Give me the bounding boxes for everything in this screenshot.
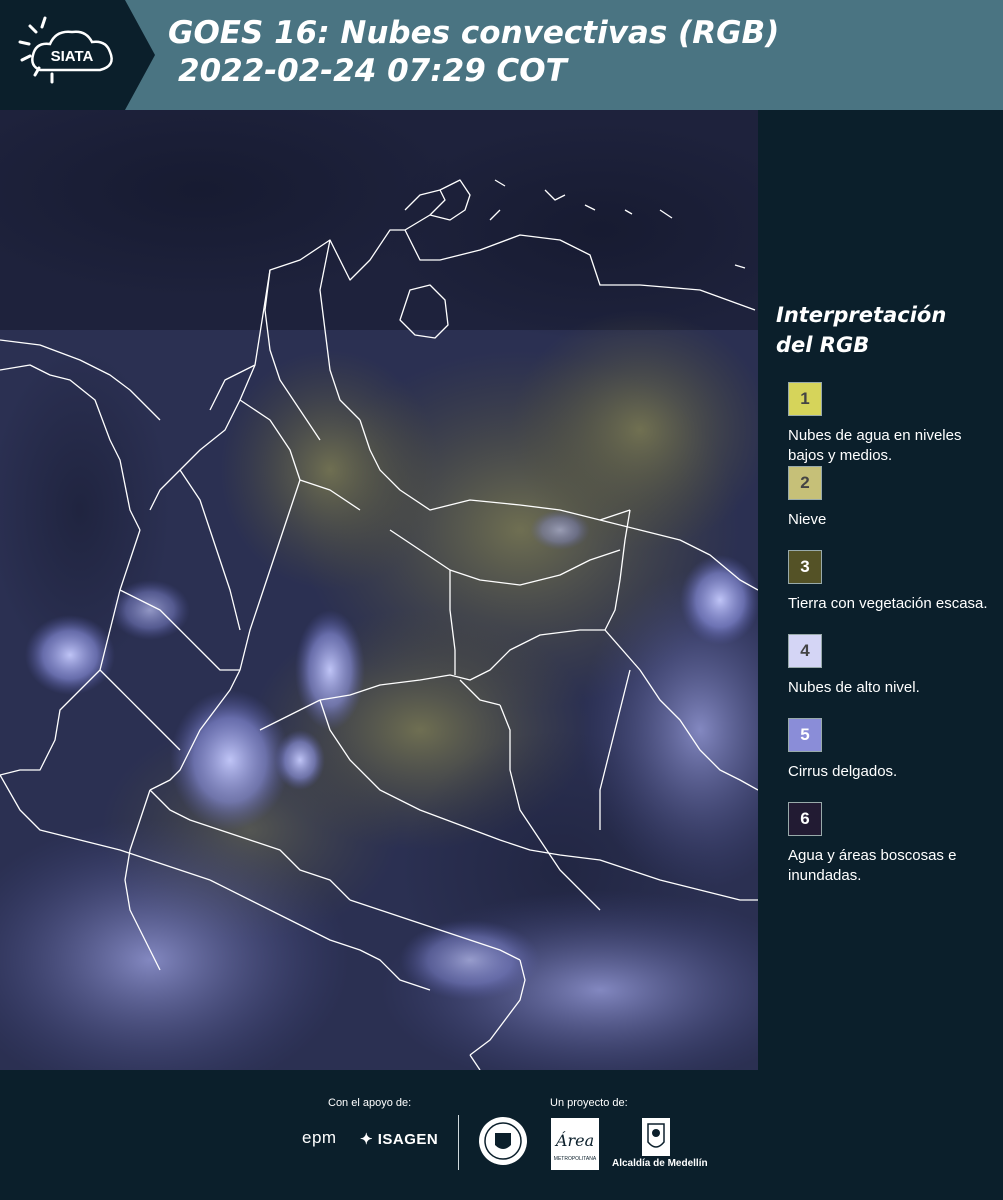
- epm-logo: epm: [302, 1128, 337, 1147]
- svg-text:Área: Área: [554, 1130, 594, 1150]
- legend-item: 6 Agua y áreas boscosas e inundadas.: [776, 802, 996, 886]
- legend-swatch: 3: [788, 550, 822, 584]
- legend-swatch: 1: [788, 382, 822, 416]
- legend-label: Nieve: [788, 511, 827, 528]
- legend-swatch: 6: [788, 802, 822, 836]
- svg-text:METROPOLITANA: METROPOLITANA: [554, 1156, 597, 1162]
- legend: Interpretación del RGB 1 Nubes de agua en…: [776, 300, 996, 886]
- title-line-2: 2022-02-24 07:29 COT: [178, 53, 567, 89]
- legend-item: 1 Nubes de agua en niveles bajos y medios…: [776, 382, 996, 466]
- page-title: GOES 16: Nubes convectivas (RGB) 2022-02…: [168, 14, 779, 90]
- siata-logo-text: SIATA: [51, 48, 94, 65]
- footer-divider: [458, 1115, 459, 1170]
- legend-label: Agua y áreas boscosas e inundadas.: [788, 847, 957, 884]
- footer: Con el apoyo de: Un proyecto de: epm ✦ I…: [0, 1070, 1003, 1200]
- alcaldia-shield-icon: [642, 1118, 670, 1156]
- legend-swatch: 2: [788, 466, 822, 500]
- support-label: Con el apoyo de:: [328, 1097, 412, 1109]
- legend-item: 4 Nubes de alto nivel.: [776, 634, 996, 718]
- legend-item: 5 Cirrus delgados.: [776, 718, 996, 802]
- medellin-seal-icon: [479, 1117, 527, 1165]
- legend-swatch: 4: [788, 634, 822, 668]
- legend-item: 3 Tierra con vegetación escasa.: [776, 550, 996, 634]
- isagen-label: ISAGEN: [377, 1131, 439, 1148]
- legend-title-line-1: Interpretación: [776, 303, 947, 327]
- legend-label: Tierra con vegetación escasa.: [788, 595, 988, 612]
- isagen-logo: ✦ ISAGEN: [360, 1130, 438, 1148]
- alcaldia-label: Alcaldía de Medellín: [612, 1158, 708, 1169]
- legend-title-line-2: del RGB: [776, 333, 870, 357]
- legend-swatch: 5: [788, 718, 822, 752]
- legend-label: Nubes de agua en niveles bajos y medios.: [788, 427, 962, 464]
- legend-label: Cirrus delgados.: [788, 763, 898, 780]
- area-metropolitana-logo: Área METROPOLITANA: [551, 1118, 599, 1170]
- legend-item: 2 Nieve: [776, 466, 996, 550]
- satellite-map: [0, 110, 758, 1070]
- legend-label: Nubes de alto nivel.: [788, 679, 920, 696]
- isagen-icon: ✦: [360, 1131, 374, 1148]
- siata-logo: SIATA: [0, 0, 155, 110]
- title-line-1: GOES 16: Nubes convectivas (RGB): [168, 15, 780, 51]
- legend-title: Interpretación del RGB: [776, 300, 996, 360]
- project-label: Un proyecto de:: [550, 1097, 628, 1109]
- header-bar: SIATA GOES 16: Nubes convectivas (RGB) 2…: [0, 0, 1003, 110]
